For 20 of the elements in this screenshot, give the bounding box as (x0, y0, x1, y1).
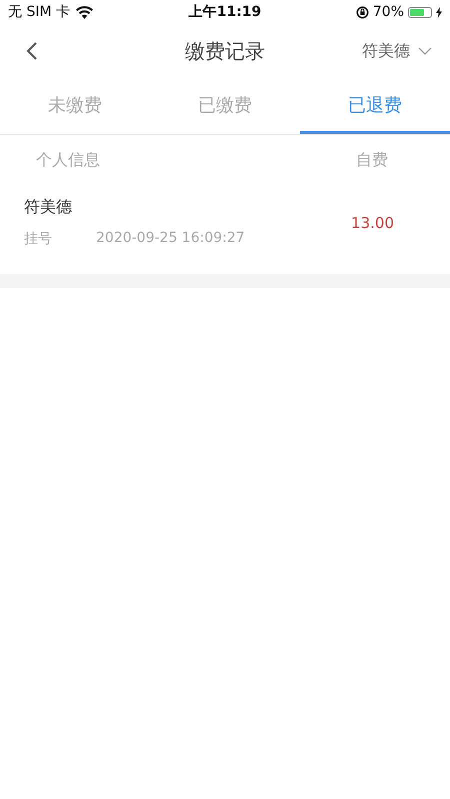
page-title: 缴费记录 (185, 38, 265, 64)
clock-text: 上午11:19 (188, 3, 262, 21)
battery-icon (408, 6, 432, 18)
back-icon (26, 41, 38, 61)
amount-text: 13.00 (351, 214, 394, 232)
chevron-down-icon (418, 47, 432, 55)
wifi-icon (76, 6, 93, 18)
record-row[interactable]: 符美德 挂号 2020-09-25 16:09:27 13.00 (0, 185, 450, 274)
tab[interactable]: 未缴费 (0, 78, 150, 134)
tab[interactable]: 已退费 (300, 78, 450, 134)
payment-time: 2020-09-25 16:09:27 (96, 230, 245, 248)
carrier-text: 无 SIM 卡 (8, 3, 70, 21)
battery-percent: 70% (372, 4, 404, 20)
patient-selector[interactable]: 符美德 (362, 40, 432, 62)
patient-name: 符美德 (24, 197, 73, 218)
tab[interactable]: 已缴费 (150, 78, 300, 134)
rotation-lock-icon (356, 6, 369, 18)
column-header: 自费 (356, 150, 388, 170)
fee-type: 挂号 (24, 230, 52, 248)
column-header: 个人信息 (36, 150, 100, 170)
